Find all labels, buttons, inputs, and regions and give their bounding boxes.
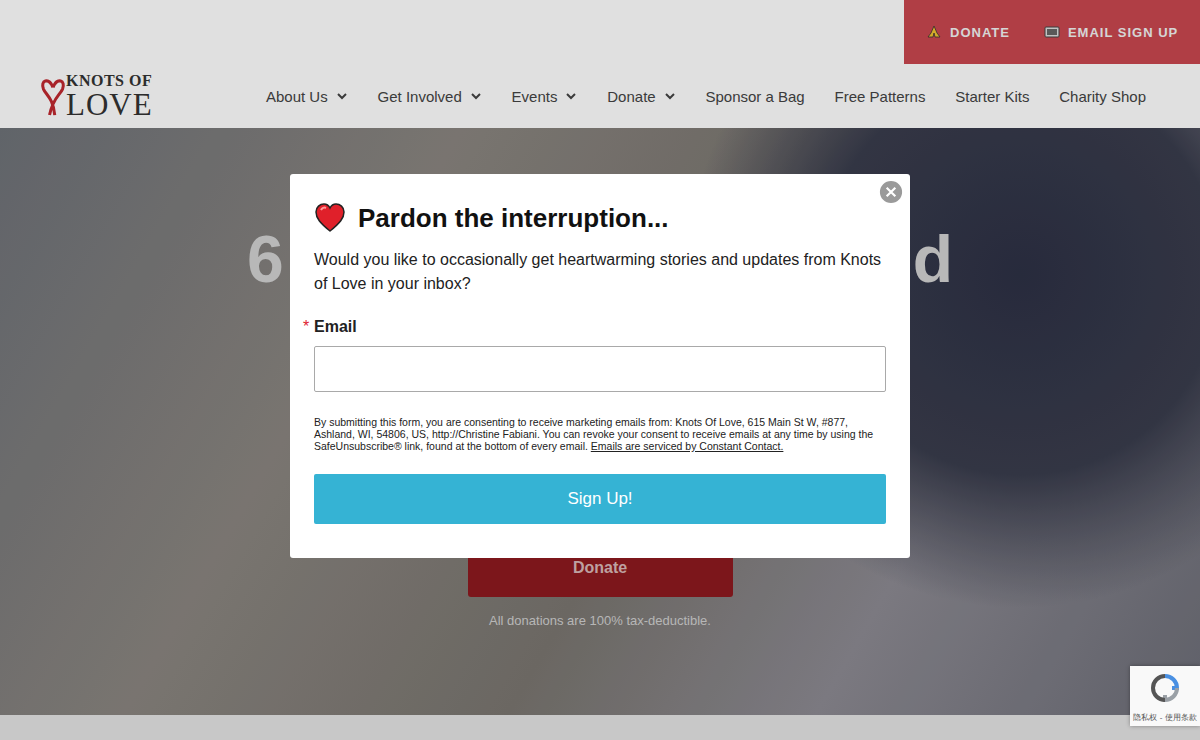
recaptcha-icon: [1149, 672, 1181, 704]
recaptcha-badge[interactable]: 隐私权 - 使用条款: [1130, 666, 1200, 726]
email-input[interactable]: [314, 346, 886, 392]
email-label: *Email: [303, 318, 886, 336]
heart-icon: [314, 202, 346, 234]
sign-up-button[interactable]: Sign Up!: [314, 474, 886, 524]
constant-contact-link[interactable]: Emails are serviced by Constant Contact.: [591, 440, 784, 452]
signup-modal: Pardon the interruption... Would you like…: [290, 174, 910, 558]
close-button[interactable]: [878, 179, 904, 205]
modal-message: Would you like to occasionally get heart…: [314, 248, 886, 296]
page: DONATEEMAIL SIGN UPKNOTS OFLOVEAbout UsG…: [0, 0, 1200, 740]
consent-text: By submitting this form, you are consent…: [314, 416, 886, 452]
modal-title: Pardon the interruption...: [358, 203, 669, 234]
close-icon: [878, 179, 904, 205]
